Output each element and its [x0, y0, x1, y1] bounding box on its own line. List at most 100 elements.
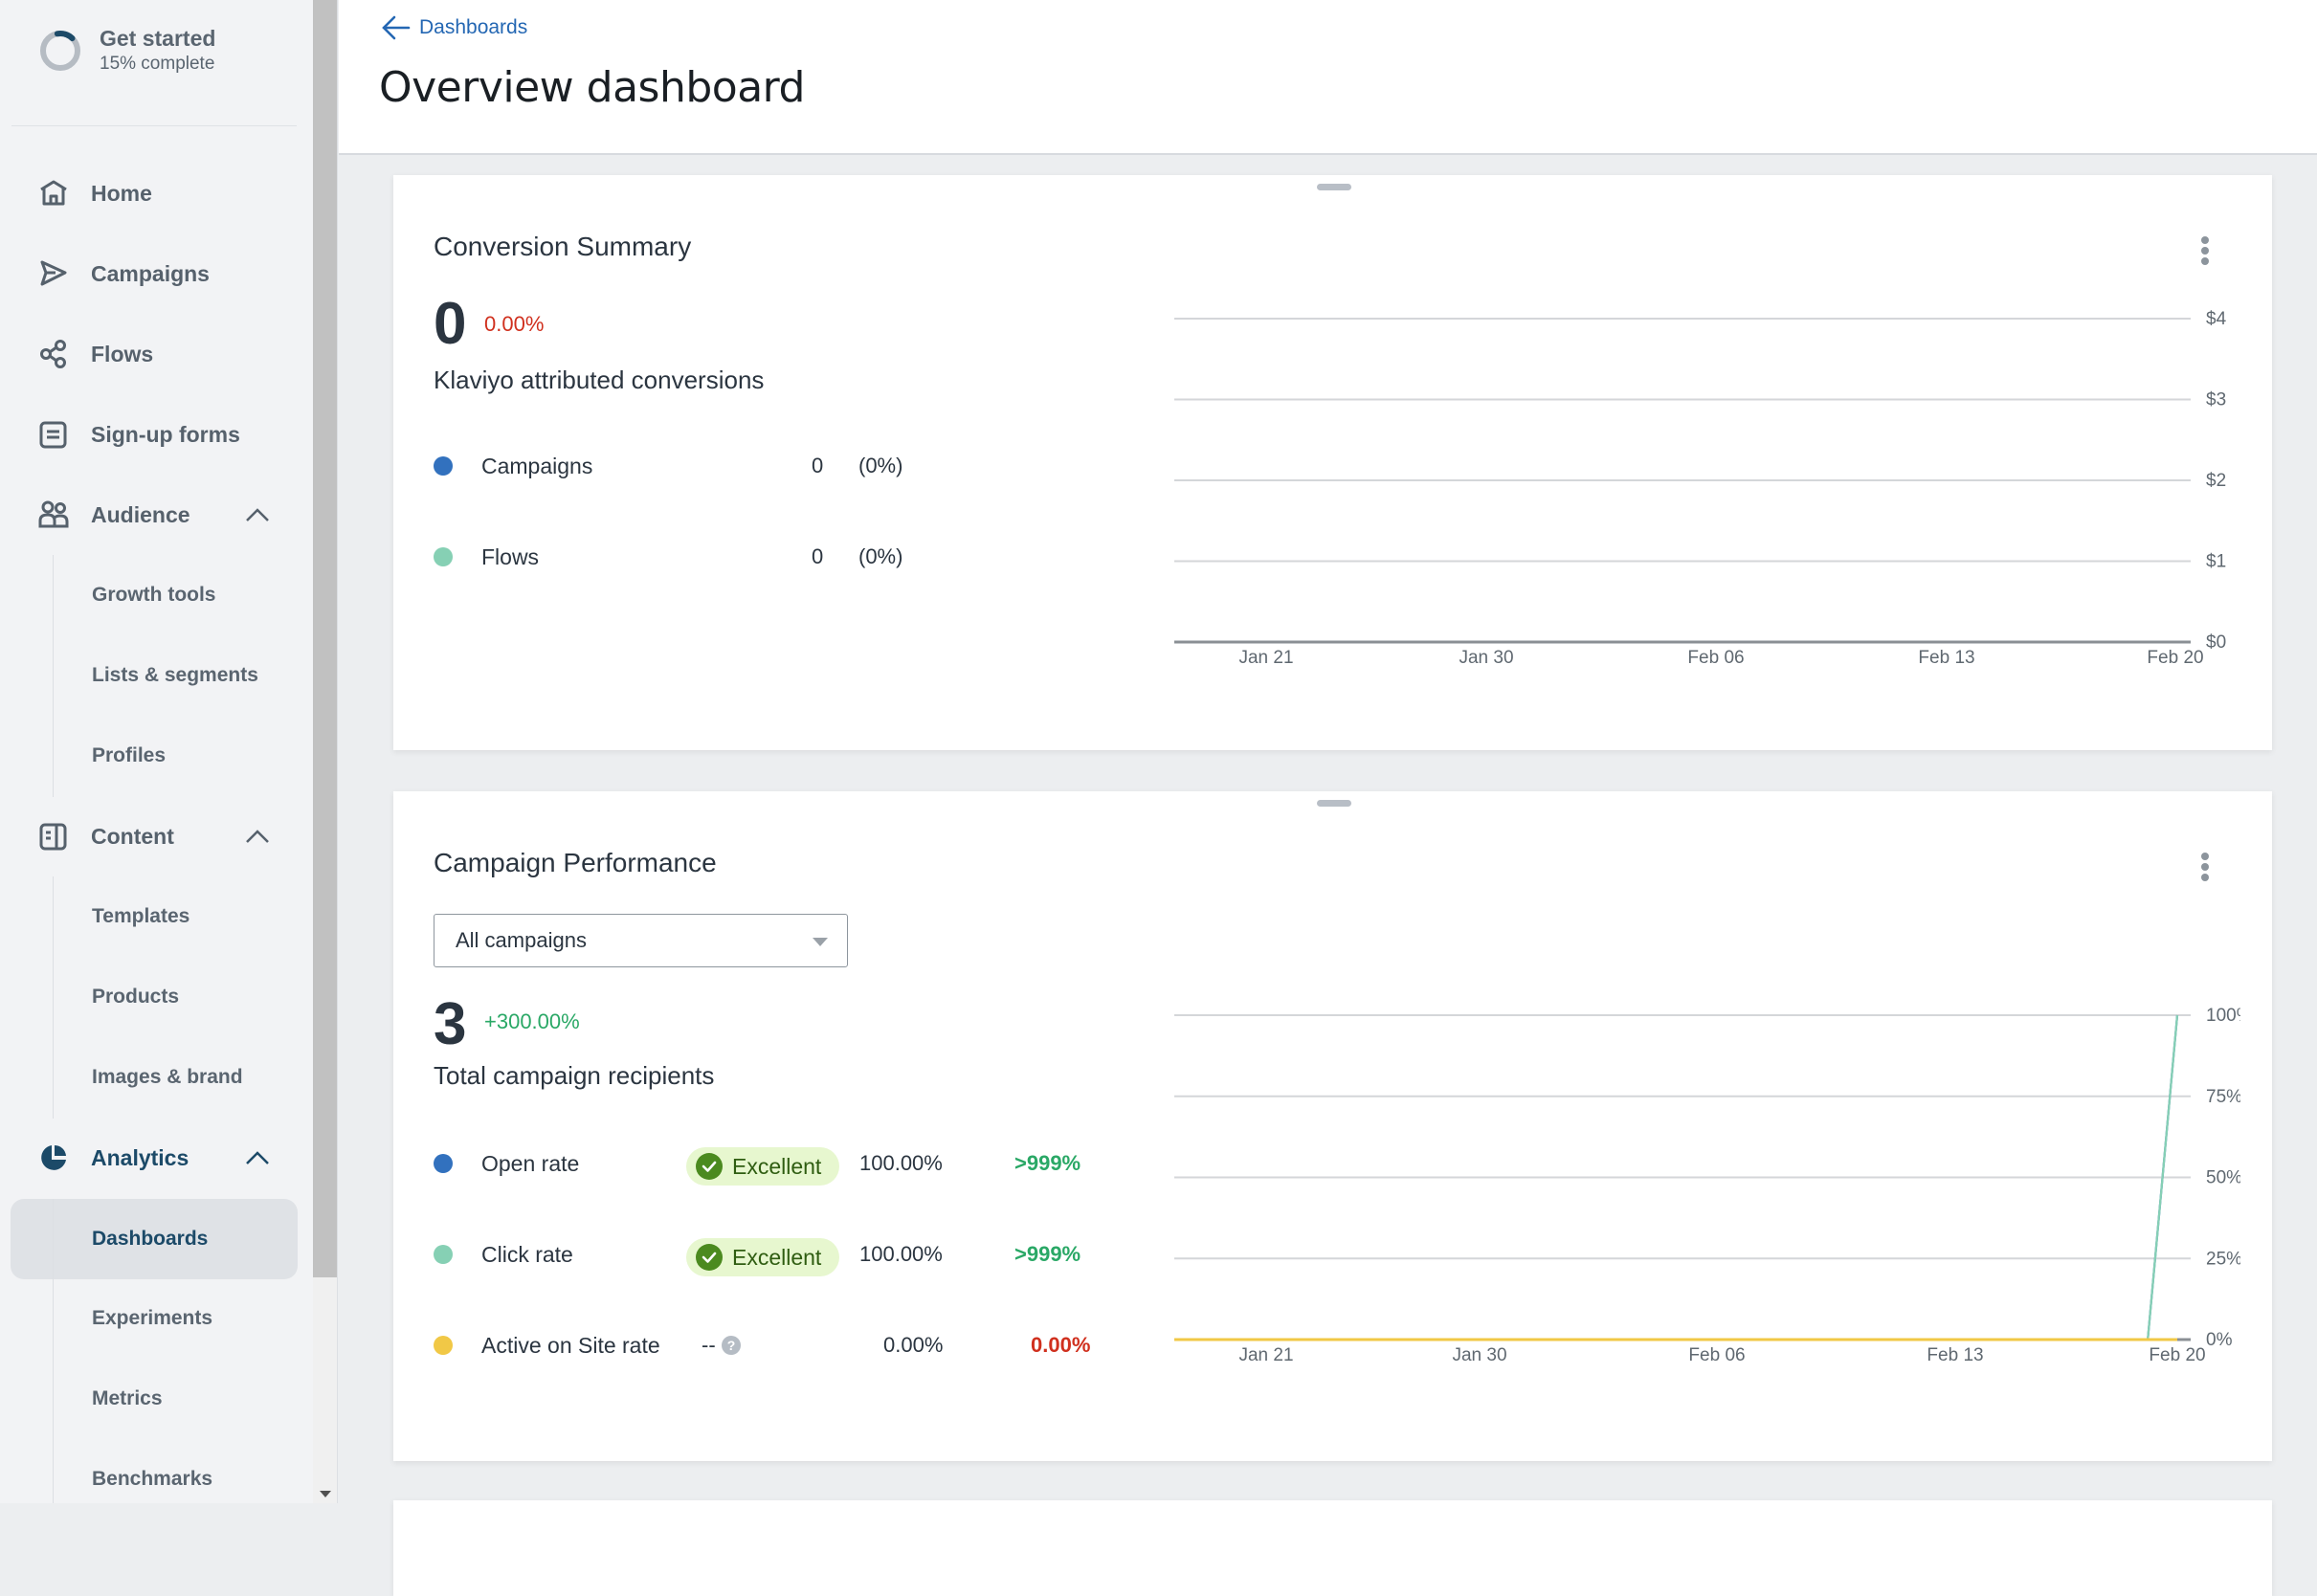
sidebar-item-label: Templates: [92, 905, 190, 927]
get-started[interactable]: Get started 15% complete: [38, 25, 215, 77]
audience-icon: [38, 500, 69, 528]
sidebar-scrollbar[interactable]: [313, 0, 338, 1503]
sidebar-item-experiments[interactable]: Experiments: [0, 1280, 313, 1357]
sidebar-item-benchmarks[interactable]: Benchmarks: [0, 1441, 313, 1518]
sidebar-item-label: Products: [92, 986, 180, 1008]
x-tick-label: Jan 21: [1238, 648, 1293, 668]
scroll-down-arrow-icon[interactable]: [320, 1491, 331, 1497]
chevron-up-icon[interactable]: [244, 1148, 271, 1167]
legend-percent: (0%): [858, 454, 903, 477]
scrollbar-thumb[interactable]: [313, 0, 337, 1277]
sidebar-item-label: Home: [91, 180, 152, 206]
metric-change: >999%: [1014, 1151, 1081, 1175]
page-title: Overview dashboard: [379, 63, 805, 112]
arrow-left-icon: [382, 15, 411, 40]
sidebar-item-campaigns[interactable]: Campaigns: [0, 245, 313, 302]
conversion-chart[interactable]: $0 $1 $2 $3 $4 Jan 21 Jan 30 Feb 06 Feb 13 Feb 20: [1159, 290, 2240, 730]
y-tick-label: 50%: [2206, 1168, 2240, 1188]
legend-row: Flows 0 (0%): [434, 538, 1161, 576]
sidebar-item-label: Content: [91, 823, 174, 849]
sidebar-item-label: Analytics: [91, 1144, 189, 1170]
campaign-performance-card: Campaign Performance All campaigns 3 +30…: [393, 791, 2272, 1461]
x-tick-label: Jan 30: [1452, 1345, 1506, 1365]
flows-dot-icon: [434, 547, 453, 566]
sidebar-item-signup-forms[interactable]: Sign-up forms: [0, 406, 313, 463]
sidebar-item-growth-tools[interactable]: Growth tools: [0, 557, 313, 633]
back-link[interactable]: Dashboards: [381, 13, 527, 42]
legend-value: 0: [812, 454, 824, 477]
card-title: Campaign Performance: [434, 848, 717, 877]
legend-row: Campaigns 0 (0%): [434, 447, 1161, 485]
metric-change: 0.00%: [1031, 1333, 1091, 1357]
x-tick-label: Feb 20: [2149, 1345, 2205, 1365]
metric-name: Click rate: [481, 1241, 573, 1267]
drag-handle[interactable]: [1317, 184, 1351, 190]
y-tick-label: $1: [2206, 552, 2226, 572]
recipients-value: 3: [434, 991, 467, 1057]
sidebar-item-analytics[interactable]: Analytics: [0, 1129, 313, 1186]
sidebar-item-products[interactable]: Products: [0, 959, 313, 1035]
back-link-label: Dashboards: [419, 16, 528, 38]
sidebar-item-dashboards[interactable]: Dashboards: [0, 1201, 313, 1277]
sidebar-item-images-brand[interactable]: Images & brand: [0, 1039, 313, 1116]
metric-name: Open rate: [481, 1150, 580, 1176]
flows-icon: [40, 340, 66, 368]
y-tick-label: 0%: [2206, 1330, 2233, 1350]
x-tick-label: Feb 13: [1918, 648, 1974, 668]
next-card: [393, 1500, 2272, 1596]
home-icon: [40, 180, 67, 206]
sidebar: Get started 15% complete Home Campaigns …: [0, 0, 313, 1503]
click-rate-dot-icon: [434, 1245, 453, 1264]
metric-value: 0.00%: [883, 1333, 944, 1357]
y-tick-label: $2: [2206, 471, 2226, 491]
sidebar-item-home[interactable]: Home: [0, 165, 313, 222]
sidebar-item-label: Experiments: [92, 1307, 213, 1329]
page-header: Dashboards Overview dashboard: [339, 0, 2317, 155]
legend-value: 0: [812, 544, 824, 568]
metric-value: 100.00%: [859, 1242, 943, 1266]
help-icon[interactable]: ?: [721, 1336, 741, 1355]
campaign-filter-select[interactable]: All campaigns: [434, 914, 848, 967]
sidebar-item-profiles[interactable]: Profiles: [0, 718, 313, 794]
sidebar-item-metrics[interactable]: Metrics: [0, 1361, 313, 1437]
sidebar-item-audience[interactable]: Audience: [0, 486, 313, 543]
sidebar-item-flows[interactable]: Flows: [0, 325, 313, 383]
sidebar-divider: [11, 125, 297, 126]
campaigns-dot-icon: [434, 456, 453, 476]
x-tick-label: Jan 21: [1238, 1345, 1293, 1365]
more-options-icon[interactable]: [2199, 851, 2211, 883]
legend-percent: (0%): [858, 544, 903, 568]
badge-label: Excellent: [732, 1244, 822, 1270]
chevron-up-icon[interactable]: [244, 505, 271, 524]
x-tick-label: Jan 30: [1459, 648, 1513, 668]
content-icon: [39, 823, 67, 851]
benchmark-empty: -- ?: [702, 1333, 741, 1358]
badge-label: Excellent: [732, 1153, 822, 1179]
conversion-summary-card: Conversion Summary 0 0.00% Klaviyo attri…: [393, 175, 2272, 750]
metric-name: Active on Site rate: [481, 1332, 660, 1358]
sidebar-item-lists-segments[interactable]: Lists & segments: [0, 637, 313, 714]
campaign-performance-chart[interactable]: 0% 25% 50% 75% 100% Jan 21 Jan 30 Feb 06 Feb 13 F…: [1159, 983, 2240, 1423]
chevron-up-icon[interactable]: [244, 827, 271, 846]
sidebar-item-label: Images & brand: [92, 1066, 243, 1088]
legend-name: Flows: [481, 543, 540, 569]
sidebar-item-templates[interactable]: Templates: [0, 878, 313, 955]
y-tick-label: 100%: [2206, 1006, 2240, 1026]
progress-ring-icon: [40, 31, 80, 71]
drag-handle[interactable]: [1317, 800, 1351, 807]
more-options-icon[interactable]: [2199, 234, 2211, 267]
benchmark-badge[interactable]: Excellent: [686, 1147, 839, 1186]
benchmark-badge[interactable]: Excellent: [686, 1238, 839, 1276]
conversion-change: 0.00%: [484, 312, 545, 336]
sidebar-item-label: Metrics: [92, 1387, 163, 1409]
check-circle-icon: [696, 1153, 723, 1180]
sidebar-item-label: Benchmarks: [92, 1468, 213, 1490]
metric-row: Click rate Excellent 100.00% >999%: [434, 1235, 1161, 1276]
x-tick-label: Feb 06: [1687, 648, 1744, 668]
metric-value: 100.00%: [859, 1151, 943, 1175]
sidebar-item-label: Dashboards: [92, 1228, 209, 1250]
active-on-site-dot-icon: [434, 1336, 453, 1355]
sidebar-item-content[interactable]: Content: [0, 808, 313, 865]
select-value: All campaigns: [456, 928, 587, 952]
metric-change: >999%: [1014, 1242, 1081, 1266]
